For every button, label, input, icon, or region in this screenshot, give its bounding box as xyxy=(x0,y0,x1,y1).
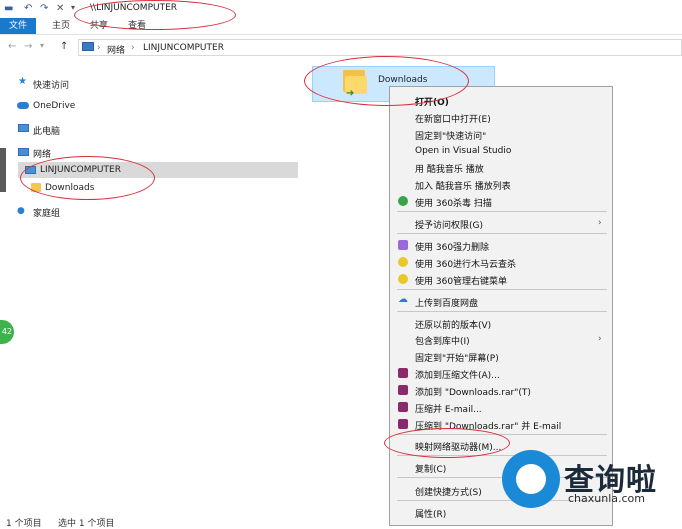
cloud-icon xyxy=(17,102,29,109)
network-icon xyxy=(18,148,29,156)
status-item-count: 1 个项目 xyxy=(6,519,42,529)
menu-item-kuwo-add[interactable]: 加入 酷我音乐 播放列表 xyxy=(415,179,511,192)
tab-file[interactable]: 文件 xyxy=(0,18,36,34)
menu-item-add-archive[interactable]: 添加到压缩文件(A)... xyxy=(415,368,500,381)
computer-icon xyxy=(18,124,29,132)
winrar-icon xyxy=(398,402,408,412)
menu-manage-icon xyxy=(398,274,408,284)
annotation-ellipse xyxy=(304,56,469,106)
trojan-scan-icon xyxy=(398,257,408,267)
star-icon: ★ xyxy=(18,76,27,87)
back-icon[interactable]: ← xyxy=(8,41,16,52)
menu-item-add-rar[interactable]: 添加到 "Downloads.rar"(T) xyxy=(415,385,531,398)
menu-item-pin-start[interactable]: 固定到"开始"屏幕(P) xyxy=(415,351,499,364)
menu-item-kuwo-play[interactable]: 用 酷我音乐 播放 xyxy=(415,162,484,175)
recent-chevron-icon[interactable]: ▾ xyxy=(40,41,44,50)
customize-toolbar-icon[interactable]: ▾ xyxy=(71,3,75,12)
winrar-icon xyxy=(398,368,408,378)
menu-item-360-manage-menu[interactable]: 使用 360管理右键菜单 xyxy=(415,274,507,287)
redo-icon[interactable]: ↷ xyxy=(40,3,48,14)
chevron-right-icon: › xyxy=(598,334,602,344)
shred-icon xyxy=(398,240,408,250)
menu-item-include-library[interactable]: 包含到库中(I) xyxy=(415,334,470,347)
chevron-right-icon: › xyxy=(598,218,602,228)
winrar-icon xyxy=(398,385,408,395)
menu-item-give-access[interactable]: 授予访问权限(G) xyxy=(415,218,483,231)
menu-item-copy[interactable]: 复制(C) xyxy=(415,462,446,475)
watermark-logo-inner xyxy=(516,464,546,494)
breadcrumb-network[interactable]: 网络 xyxy=(107,43,125,56)
undo-icon[interactable]: ↶ xyxy=(24,3,32,14)
annotation-ellipse xyxy=(20,156,155,200)
homegroup-icon: ● xyxy=(17,206,25,216)
breadcrumb-separator-icon: › xyxy=(131,43,135,53)
sidebar-item-quick-access[interactable]: 快速访问 xyxy=(33,78,69,91)
menu-divider xyxy=(397,311,607,312)
side-badge[interactable]: 42 xyxy=(0,320,14,344)
breadcrumb-separator-icon: › xyxy=(97,43,101,53)
menu-item-360-scan[interactable]: 使用 360杀毒 扫描 xyxy=(415,196,492,209)
menu-item-360-trojan-scan[interactable]: 使用 360进行木马云查杀 xyxy=(415,257,516,270)
menu-item-compress-email[interactable]: 压缩并 E-mail... xyxy=(415,402,482,415)
tab-home[interactable]: 主页 xyxy=(44,18,78,34)
delete-icon[interactable]: ✕ xyxy=(56,3,64,14)
menu-divider xyxy=(397,289,607,290)
menu-divider xyxy=(397,233,607,234)
forward-icon[interactable]: → xyxy=(24,41,32,52)
status-selected-count: 选中 1 个项目 xyxy=(58,519,115,529)
up-icon[interactable]: ↑ xyxy=(60,41,68,52)
baidu-cloud-icon: ☁ xyxy=(398,294,408,305)
pane-handle[interactable] xyxy=(0,148,6,192)
network-icon xyxy=(82,42,94,51)
sidebar-item-network[interactable]: 网络 xyxy=(33,147,51,160)
menu-item-properties[interactable]: 属性(R) xyxy=(415,507,446,520)
sidebar-item-onedrive[interactable]: OneDrive xyxy=(33,101,75,111)
shield-icon xyxy=(398,196,408,206)
menu-item-open-new-window[interactable]: 在新窗口中打开(E) xyxy=(415,112,491,125)
annotation-ellipse xyxy=(384,428,510,458)
sidebar-item-this-pc[interactable]: 此电脑 xyxy=(33,124,60,137)
annotation-ellipse xyxy=(74,0,236,30)
winrar-icon xyxy=(398,419,408,429)
breadcrumb-computer[interactable]: LINJUNCOMPUTER xyxy=(143,43,224,53)
menu-item-upload-baidu[interactable]: 上传到百度网盘 xyxy=(415,296,478,309)
menu-item-create-shortcut[interactable]: 创建快捷方式(S) xyxy=(415,485,482,498)
menu-divider xyxy=(397,211,607,212)
folder-icon: ▬ xyxy=(4,3,14,14)
sidebar-item-homegroup[interactable]: 家庭组 xyxy=(33,206,60,219)
menu-item-360-force-delete[interactable]: 使用 360强力删除 xyxy=(415,240,489,253)
watermark-domain: chaxunla.com xyxy=(568,492,645,505)
menu-item-pin-quick-access[interactable]: 固定到"快速访问" xyxy=(415,129,486,142)
menu-item-open-visual-studio[interactable]: Open in Visual Studio xyxy=(415,146,511,156)
menu-item-restore-previous[interactable]: 还原以前的版本(V) xyxy=(415,318,491,331)
